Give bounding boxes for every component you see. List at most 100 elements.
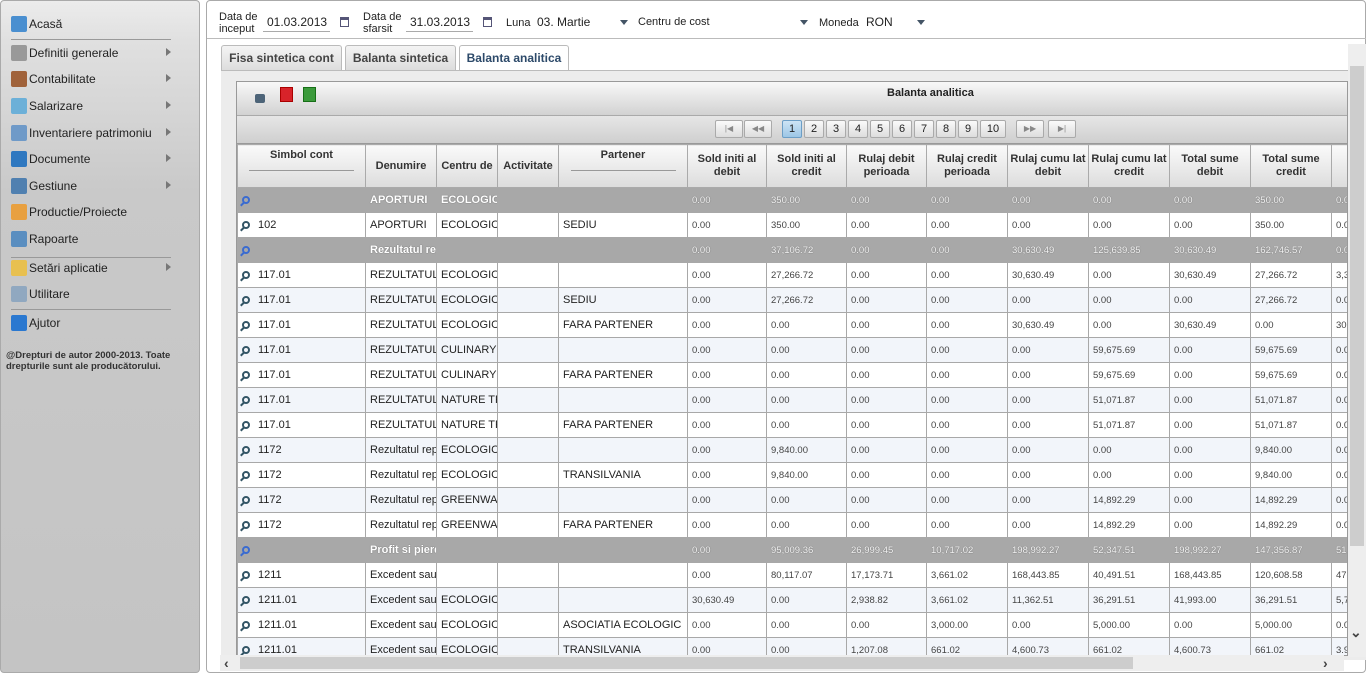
table-row[interactable]: 117.01 REZULTATUL ECOLOGIC FARA PARTENER 0.0… bbox=[237, 312, 1347, 338]
column-header[interactable]: Centru de bbox=[436, 144, 498, 188]
sidebar-item-salarizare[interactable]: Salarizare bbox=[11, 95, 191, 117]
pager-last-button[interactable]: ▶| bbox=[1048, 120, 1076, 138]
column-header[interactable]: Rulaj cumu lat credit bbox=[1088, 144, 1170, 188]
sidebar-item-definitii-generale[interactable]: Definitii generale bbox=[11, 42, 191, 64]
chevron-down-icon[interactable] bbox=[800, 20, 808, 25]
excel-export-icon[interactable] bbox=[303, 87, 316, 102]
table-row[interactable]: 1211.01 Excedent sau ECOLOGIC TRANSILVANIA 0… bbox=[237, 637, 1347, 655]
currency-select[interactable]: RON bbox=[862, 14, 922, 32]
column-header[interactable]: Total sume debit bbox=[1169, 144, 1251, 188]
print-icon[interactable] bbox=[255, 94, 265, 103]
sidebar-item-documente[interactable]: Documente bbox=[11, 148, 191, 170]
pager-page-6[interactable]: 6 bbox=[892, 120, 912, 138]
column-header[interactable]: Rulaj debit perioada bbox=[846, 144, 927, 188]
start-date-input[interactable]: 01.03.2013 bbox=[263, 14, 330, 32]
table-row[interactable]: 102 APORTURI ECOLOGIC SEDIU 0.00 350.00 0.00 0.… bbox=[237, 212, 1347, 238]
column-header[interactable]: Rulaj credit perioada bbox=[926, 144, 1008, 188]
sidebar-item-utilitare[interactable]: Utilitare bbox=[11, 283, 191, 305]
tab-fisa-sintetica-cont[interactable]: Fisa sintetica cont bbox=[221, 45, 342, 71]
search-icon[interactable] bbox=[242, 296, 250, 305]
sidebar-item-acas-[interactable]: Acasă bbox=[11, 13, 191, 35]
pager-page-3[interactable]: 3 bbox=[826, 120, 846, 138]
table-row[interactable]: 1172 Rezultatul repo GREENWAY FARA PARTENER… bbox=[237, 512, 1347, 538]
search-icon[interactable] bbox=[242, 346, 250, 355]
column-header[interactable]: Partener bbox=[558, 144, 688, 188]
table-row[interactable]: 1211 Excedent sau 0.00 80,117.07 17,173.71 3,… bbox=[237, 562, 1347, 588]
pager-page-8[interactable]: 8 bbox=[936, 120, 956, 138]
search-icon[interactable] bbox=[242, 321, 250, 330]
chevron-down-icon[interactable] bbox=[917, 20, 925, 25]
scroll-right-icon[interactable]: › bbox=[1323, 655, 1328, 671]
pager-page-1[interactable]: 1 bbox=[782, 120, 802, 138]
search-icon[interactable] bbox=[242, 496, 250, 505]
table-row[interactable]: 1211.01 Excedent sau ECOLOGIC ASOCIATIA ECO… bbox=[237, 612, 1347, 638]
sidebar-item-inventariere-patrimoniu[interactable]: Inventariere patrimoniu bbox=[11, 122, 191, 144]
search-icon[interactable] bbox=[242, 246, 250, 255]
sidebar-item-productie-proiecte[interactable]: Productie/Proiecte bbox=[11, 201, 191, 223]
chevron-down-icon[interactable] bbox=[620, 20, 628, 25]
search-icon[interactable] bbox=[242, 446, 250, 455]
pager-page-10[interactable]: 10 bbox=[980, 120, 1006, 138]
column-header[interactable]: S bbox=[1331, 144, 1347, 188]
column-filter-input[interactable] bbox=[249, 170, 354, 171]
column-header[interactable]: Denumire bbox=[365, 144, 437, 188]
pager-page-5[interactable]: 5 bbox=[870, 120, 890, 138]
search-icon[interactable] bbox=[242, 196, 250, 205]
search-icon[interactable] bbox=[242, 396, 250, 405]
tab-balanta-analitica[interactable]: Balanta analitica bbox=[459, 45, 569, 72]
sidebar-item-rapoarte[interactable]: Rapoarte bbox=[11, 228, 191, 250]
calendar-icon[interactable] bbox=[340, 17, 349, 27]
search-icon[interactable] bbox=[242, 646, 250, 655]
search-icon[interactable] bbox=[242, 371, 250, 380]
column-header[interactable]: Simbol cont bbox=[237, 144, 366, 188]
pdf-export-icon[interactable] bbox=[280, 87, 293, 102]
tab-balanta-sintetica[interactable]: Balanta sintetica bbox=[345, 45, 456, 71]
search-icon[interactable] bbox=[242, 521, 250, 530]
horizontal-scroll-thumb[interactable] bbox=[240, 657, 1133, 669]
search-icon[interactable] bbox=[242, 571, 250, 580]
cost-center-select[interactable]: Centru de cost bbox=[634, 14, 809, 32]
sidebar-item-set-ri-aplicatie[interactable]: Setări aplicatie bbox=[11, 257, 191, 279]
pager-first-button[interactable]: |◀ bbox=[715, 120, 743, 138]
table-row[interactable]: 117.01 REZULTATUL ECOLOGIC 0.00 27,266.72 0.0… bbox=[237, 262, 1347, 288]
column-header[interactable]: Sold initi al credit bbox=[766, 144, 847, 188]
search-icon[interactable] bbox=[242, 471, 250, 480]
search-icon[interactable] bbox=[242, 621, 250, 630]
search-icon[interactable] bbox=[242, 421, 250, 430]
column-header[interactable]: Activitate bbox=[497, 144, 559, 188]
table-row[interactable]: 117.01 REZULTATUL CULINARY 0.00 0.00 0.00 0.00… bbox=[237, 337, 1347, 363]
table-row[interactable]: 117.01 REZULTATUL NATURE TR 0.00 0.00 0.00 0.0… bbox=[237, 387, 1347, 413]
vertical-scroll-thumb[interactable] bbox=[1350, 66, 1364, 546]
search-icon[interactable] bbox=[242, 271, 250, 280]
group-row[interactable]: APORTURI ECOLOGIC 0.00 350.00 0.00 0.00 0.00 0.… bbox=[237, 187, 1347, 213]
calendar-icon[interactable] bbox=[483, 17, 492, 27]
sidebar-item-ajutor[interactable]: Ajutor bbox=[11, 312, 191, 334]
pager-next-button[interactable]: ▶▶ bbox=[1016, 120, 1044, 138]
end-date-input[interactable]: 31.03.2013 bbox=[406, 14, 473, 32]
month-select[interactable]: 03. Martie bbox=[533, 14, 629, 32]
table-row[interactable]: 117.01 REZULTATUL CULINARY FARA PARTENER 0.0… bbox=[237, 362, 1347, 388]
table-row[interactable]: 117.01 REZULTATUL NATURE TR FARA PARTENER 0.… bbox=[237, 412, 1347, 438]
scroll-down-icon[interactable]: ⌄ bbox=[1350, 624, 1362, 641]
column-header[interactable]: Total sume credit bbox=[1250, 144, 1332, 188]
sidebar-item-gestiune[interactable]: Gestiune bbox=[11, 175, 191, 197]
column-filter-input[interactable] bbox=[570, 170, 676, 171]
column-header[interactable]: Rulaj cumu lat debit bbox=[1007, 144, 1089, 188]
search-icon[interactable] bbox=[242, 546, 250, 555]
pager-page-7[interactable]: 7 bbox=[914, 120, 934, 138]
sidebar-item-contabilitate[interactable]: Contabilitate bbox=[11, 68, 191, 90]
table-row[interactable]: 1211.01 Excedent sau ECOLOGIC 30,630.49 0.00… bbox=[237, 587, 1347, 613]
table-row[interactable]: 1172 Rezultatul repo ECOLOGIC TRANSILVANIA 0… bbox=[237, 462, 1347, 488]
pager-page-2[interactable]: 2 bbox=[804, 120, 824, 138]
table-row[interactable]: 117.01 REZULTATUL ECOLOGIC SEDIU 0.00 27,266.… bbox=[237, 287, 1347, 313]
pager-page-4[interactable]: 4 bbox=[848, 120, 868, 138]
table-row[interactable]: 1172 Rezultatul repo GREENWAY 0.00 0.00 0.00 0… bbox=[237, 487, 1347, 513]
search-icon[interactable] bbox=[242, 221, 250, 230]
column-header[interactable]: Sold initi al debit bbox=[687, 144, 767, 188]
pager-prev-button[interactable]: ◀◀ bbox=[744, 120, 772, 138]
scroll-left-icon[interactable]: ‹ bbox=[224, 655, 229, 671]
pager-page-9[interactable]: 9 bbox=[958, 120, 978, 138]
table-row[interactable]: 1172 Rezultatul repo ECOLOGIC 0.00 9,840.00 0… bbox=[237, 437, 1347, 463]
search-icon[interactable] bbox=[242, 596, 250, 605]
group-row[interactable]: Rezultatul repo 0.00 37,106.72 0.00 0.00 30,6… bbox=[237, 237, 1347, 263]
